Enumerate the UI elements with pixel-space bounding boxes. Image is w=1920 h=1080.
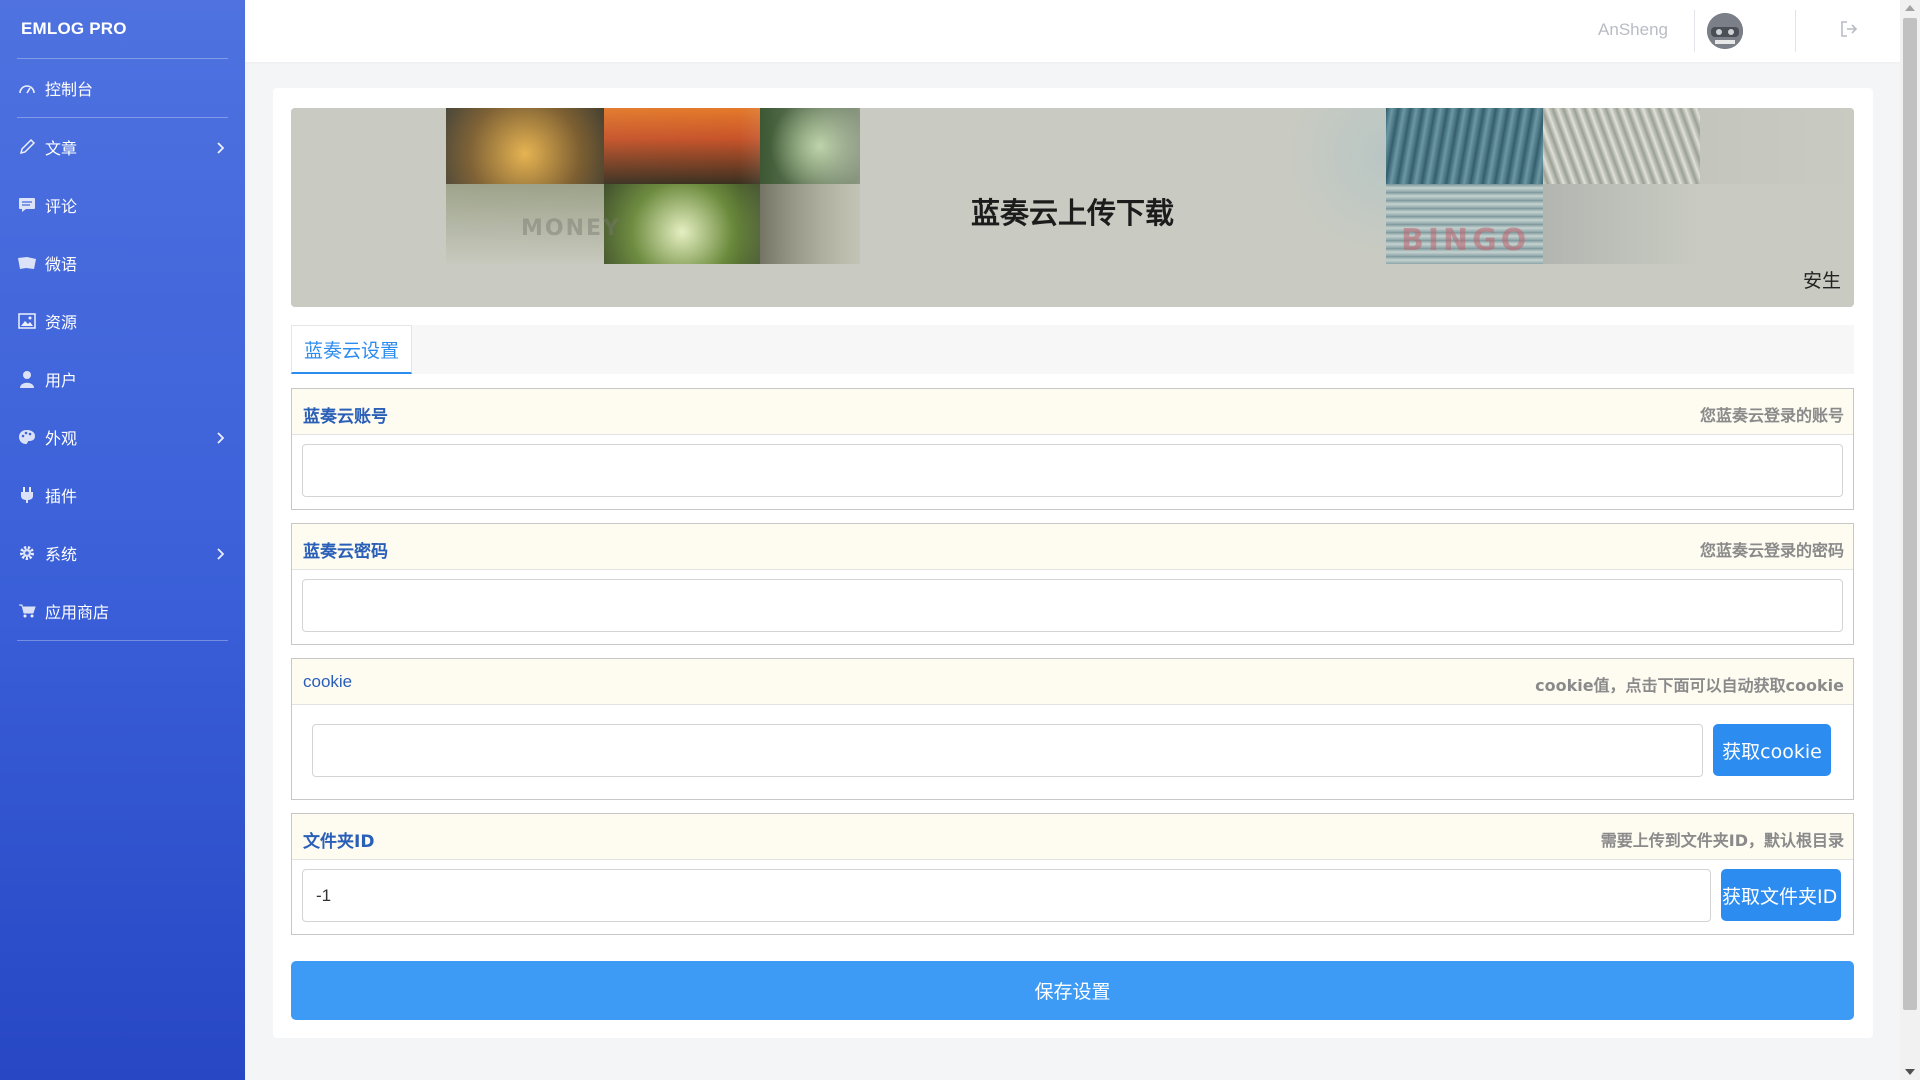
sidebar-divider bbox=[17, 640, 228, 641]
chevron-right-icon bbox=[216, 545, 225, 564]
sidebar-item-articles[interactable]: 文章 bbox=[0, 118, 245, 176]
banner-photo bbox=[1700, 108, 1854, 184]
get-cookie-button[interactable]: 获取cookie bbox=[1713, 724, 1831, 776]
scroll-thumb[interactable] bbox=[1903, 18, 1917, 1010]
plugin-banner: MONEY BINGO 蓝奏云上传下载 安生 bbox=[291, 108, 1854, 307]
banner-title: 蓝奏云上传下载 bbox=[970, 196, 1174, 230]
pencil-icon bbox=[16, 136, 38, 158]
sidebar-item-store[interactable]: 应用商店 bbox=[0, 582, 245, 640]
sidebar-item-plugins[interactable]: 插件 bbox=[0, 466, 245, 524]
field-hint: 需要上传到文件夹ID，默认根目录 bbox=[1600, 831, 1844, 850]
banner-author: 安生 bbox=[1802, 270, 1841, 292]
field-folder-id: 文件夹ID 需要上传到文件夹ID，默认根目录 -1 获取文件夹ID bbox=[291, 813, 1854, 935]
avatar-icon[interactable] bbox=[1707, 13, 1743, 49]
sidebar: EMLOG PRO 控制台 文章 评论 微语 资源 用户 外观 插件 系统 应用… bbox=[0, 0, 245, 1080]
page-scrollbar[interactable] bbox=[1900, 0, 1920, 1080]
sidebar-item-label: 资源 bbox=[45, 313, 78, 332]
banner-photo bbox=[1386, 108, 1543, 184]
banner-photo bbox=[1291, 108, 1386, 264]
logout-icon[interactable] bbox=[1840, 20, 1858, 42]
sidebar-item-label: 评论 bbox=[45, 197, 78, 216]
cart-icon bbox=[16, 600, 38, 622]
sidebar-item-appearance[interactable]: 外观 bbox=[0, 408, 245, 466]
sidebar-item-label: 用户 bbox=[45, 371, 78, 390]
dashboard-icon bbox=[16, 77, 38, 99]
tab-lanzou-settings[interactable]: 蓝奏云设置 bbox=[291, 325, 413, 374]
sidebar-item-label: 微语 bbox=[45, 255, 78, 274]
tab-bar: 蓝奏云设置 bbox=[291, 325, 1854, 374]
plug-icon bbox=[16, 484, 38, 506]
sidebar-item-label: 插件 bbox=[45, 487, 78, 506]
field-cookie: cookie cookie值，点击下面可以自动获取cookie 获取cookie bbox=[291, 658, 1854, 800]
field-label: cookie bbox=[303, 672, 353, 691]
sidebar-item-label: 应用商店 bbox=[45, 603, 110, 622]
sidebar-item-comments[interactable]: 评论 bbox=[0, 176, 245, 234]
scroll-up-arrow-icon[interactable] bbox=[1905, 5, 1915, 11]
image-icon bbox=[16, 310, 38, 332]
user-icon bbox=[16, 368, 38, 390]
field-account: 蓝奏云账号 您蓝奏云登录的账号 bbox=[291, 388, 1854, 510]
field-hint: 您蓝奏云登录的账号 bbox=[1699, 406, 1844, 425]
sidebar-item-label: 文章 bbox=[45, 139, 78, 158]
field-label: 文件夹ID bbox=[303, 832, 375, 852]
save-settings-button[interactable]: 保存设置 bbox=[291, 961, 1854, 1020]
sidebar-item-dashboard[interactable]: 控制台 bbox=[0, 59, 245, 117]
field-password: 蓝奏云密码 您蓝奏云登录的密码 bbox=[291, 523, 1854, 645]
topbar: AnSheng bbox=[245, 0, 1900, 62]
field-label: 蓝奏云密码 bbox=[303, 542, 388, 562]
chevron-right-icon bbox=[216, 139, 225, 158]
palette-icon bbox=[16, 426, 38, 448]
sidebar-item-label: 外观 bbox=[45, 429, 78, 448]
sidebar-item-notes[interactable]: 微语 bbox=[0, 234, 245, 292]
gear-icon bbox=[16, 542, 38, 564]
account-input[interactable] bbox=[302, 444, 1843, 497]
folder-id-input[interactable]: -1 bbox=[302, 869, 1711, 922]
sidebar-item-label: 系统 bbox=[45, 545, 78, 564]
username[interactable]: AnSheng bbox=[1598, 20, 1668, 40]
field-header: 蓝奏云账号 您蓝奏云登录的账号 bbox=[292, 389, 1853, 435]
cookie-input[interactable] bbox=[312, 724, 1703, 777]
note-icon bbox=[16, 252, 38, 274]
topbar-divider bbox=[1795, 10, 1796, 52]
password-input[interactable] bbox=[302, 579, 1843, 632]
field-header: 蓝奏云密码 您蓝奏云登录的密码 bbox=[292, 524, 1853, 570]
get-folder-id-button[interactable]: 获取文件夹ID bbox=[1721, 869, 1841, 921]
field-hint: 您蓝奏云登录的密码 bbox=[1699, 541, 1844, 560]
field-header: cookie cookie值，点击下面可以自动获取cookie bbox=[292, 659, 1853, 705]
sidebar-item-label: 控制台 bbox=[45, 80, 94, 99]
scroll-down-arrow-icon[interactable] bbox=[1905, 1069, 1915, 1075]
sidebar-item-system[interactable]: 系统 bbox=[0, 524, 245, 582]
banner-photo bbox=[1543, 108, 1700, 184]
field-header: 文件夹ID 需要上传到文件夹ID，默认根目录 bbox=[292, 814, 1853, 860]
field-label: 蓝奏云账号 bbox=[303, 407, 388, 427]
topbar-divider bbox=[1694, 10, 1695, 52]
main-card: MONEY BINGO 蓝奏云上传下载 安生 蓝奏云设置 蓝奏云账号 您蓝奏云登… bbox=[273, 88, 1873, 1038]
comment-icon bbox=[16, 194, 38, 216]
brand-logo[interactable]: EMLOG PRO bbox=[0, 0, 245, 58]
sidebar-item-users[interactable]: 用户 bbox=[0, 350, 245, 408]
chevron-right-icon bbox=[216, 429, 225, 448]
sidebar-item-resources[interactable]: 资源 bbox=[0, 292, 245, 350]
field-hint: cookie值，点击下面可以自动获取cookie bbox=[1535, 676, 1844, 695]
